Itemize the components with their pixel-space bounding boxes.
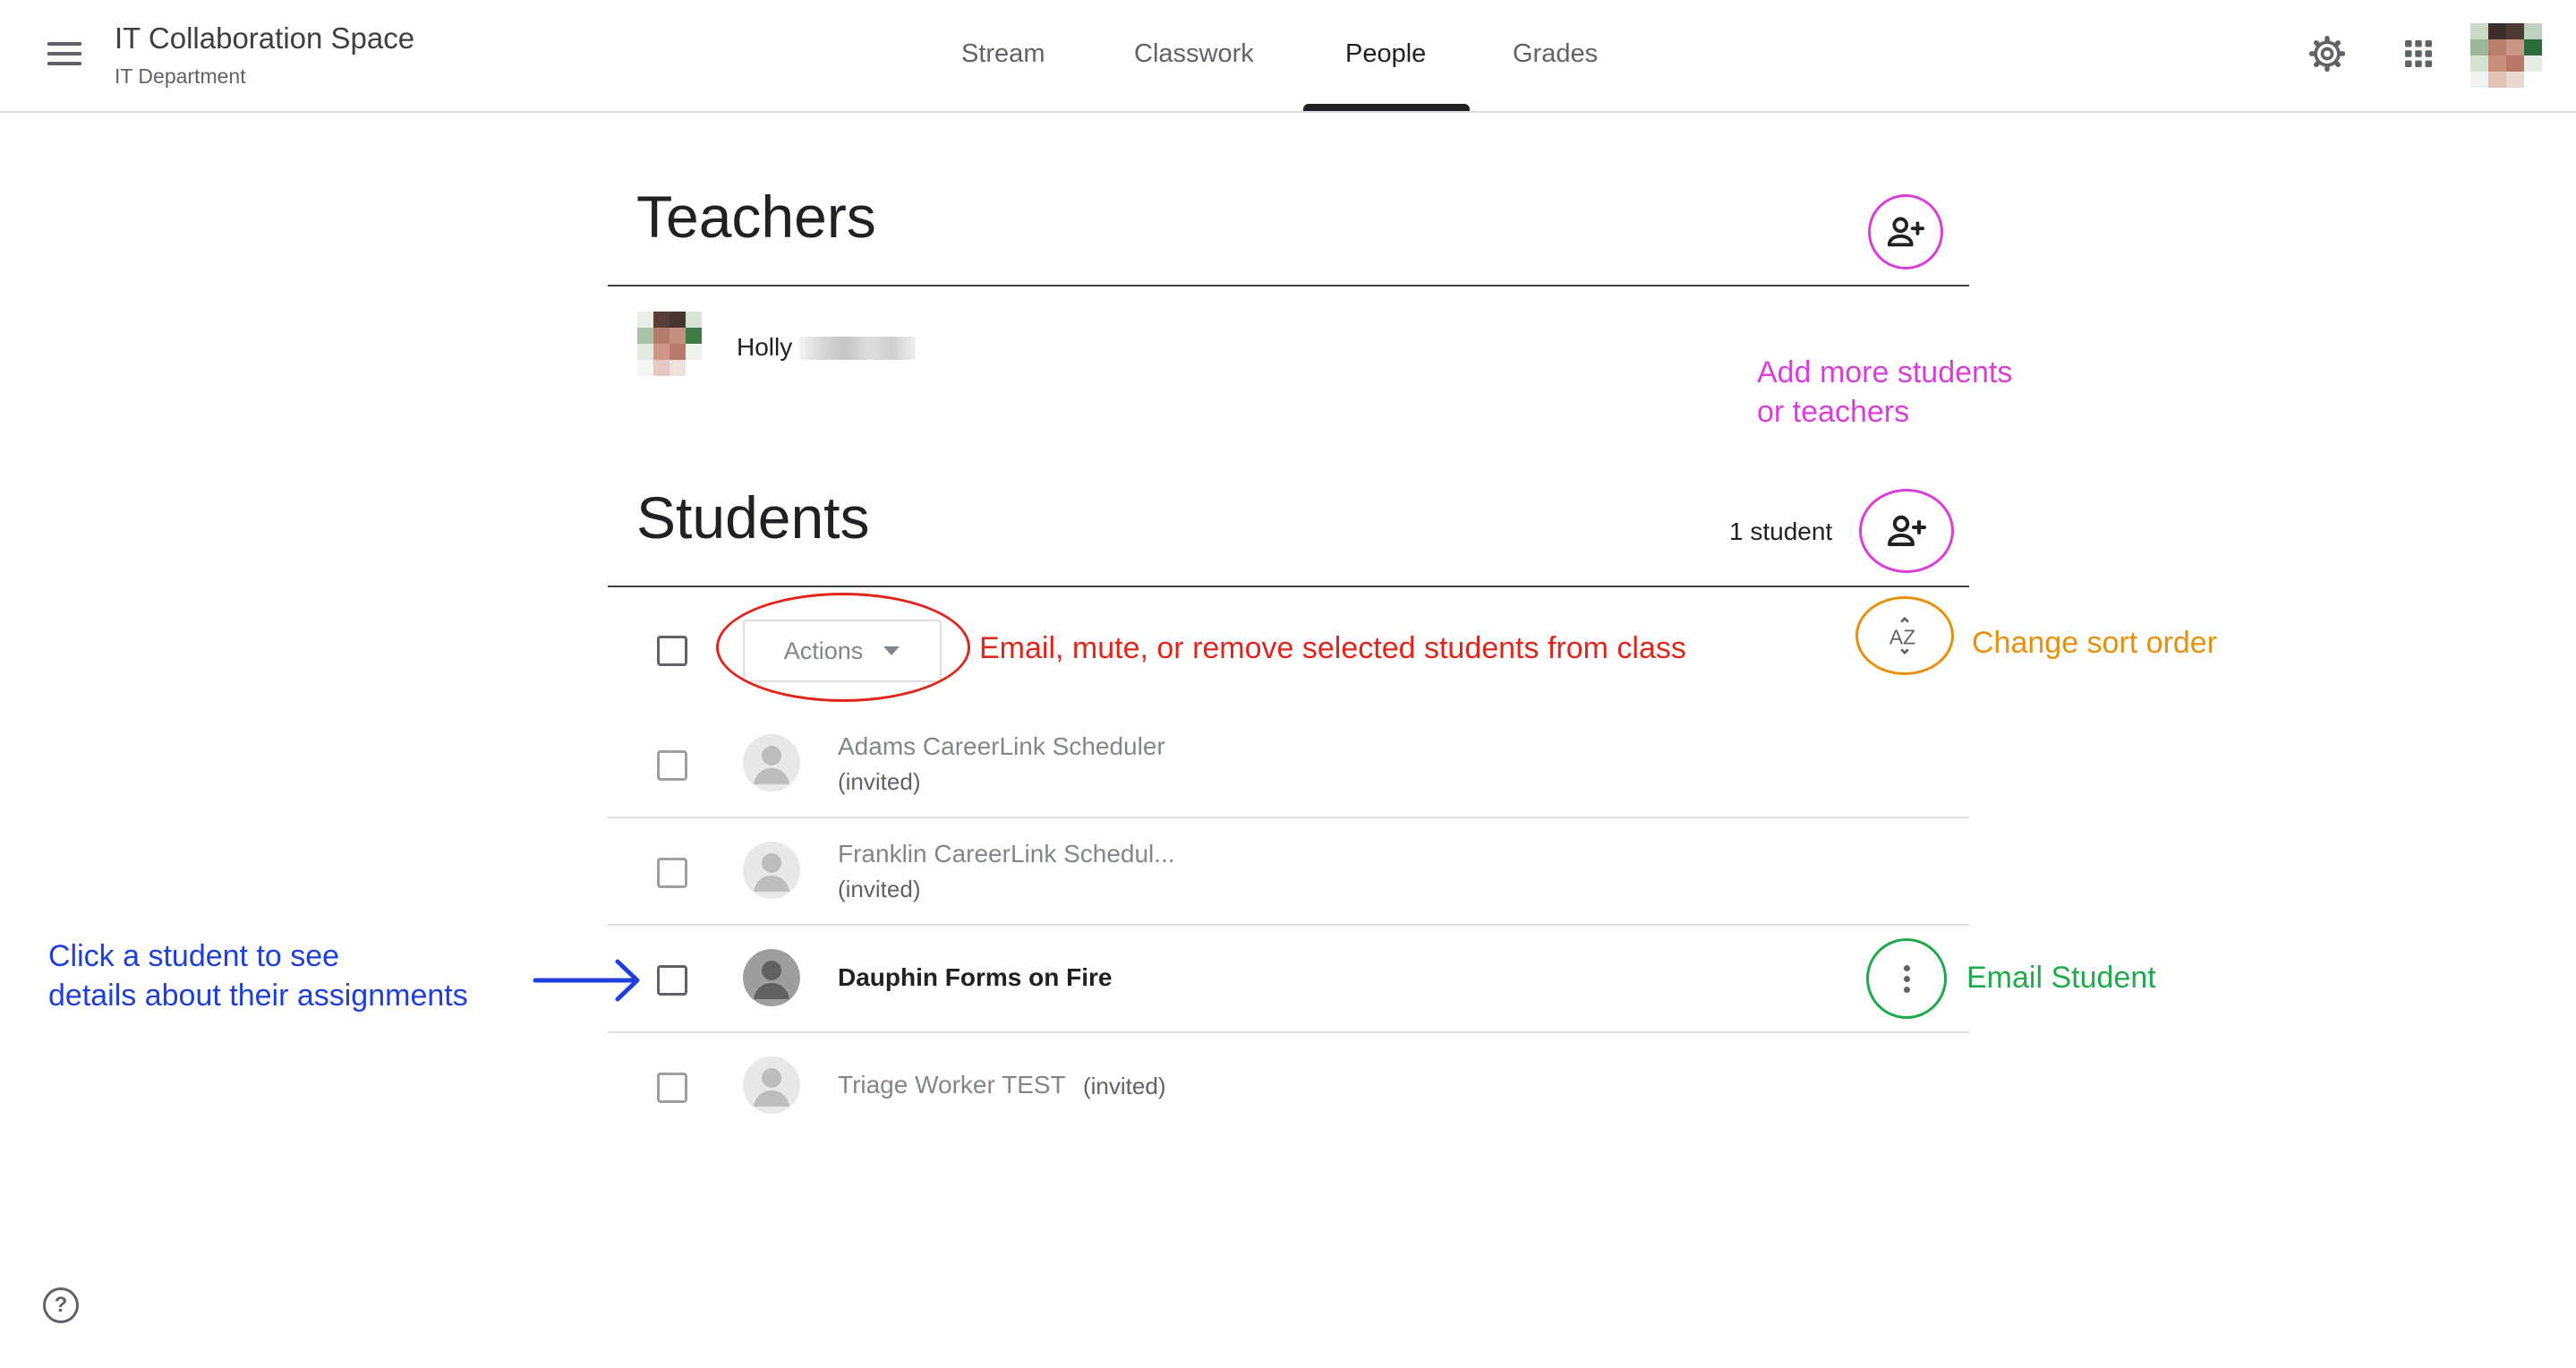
students-heading: Students [636, 484, 870, 551]
invite-students-button[interactable] [1859, 489, 1954, 573]
invite-teachers-button[interactable] [1868, 194, 1943, 269]
student-count: 1 student [1729, 517, 1833, 545]
tab-stream[interactable]: Stream [961, 39, 1045, 69]
apps-grid-icon [2405, 40, 2432, 67]
add-people-annotation-line1: Add more students [1757, 355, 2013, 389]
tab-people[interactable]: People [1345, 39, 1426, 69]
sort-order-button[interactable]: AZ [1855, 596, 1954, 675]
tab-classwork[interactable]: Classwork [1134, 39, 1254, 69]
student-name[interactable]: Franklin CareerLink Schedul... [838, 840, 1175, 868]
add-person-icon [1888, 515, 1926, 546]
student-checkbox[interactable] [657, 1073, 687, 1103]
main-menu-button[interactable] [27, 27, 102, 81]
student-status: (invited) [1083, 1073, 1166, 1099]
student-avatar [743, 949, 800, 1006]
row-divider [608, 924, 1969, 926]
select-all-checkbox[interactable] [657, 636, 687, 666]
class-title[interactable]: IT Collaboration Space [115, 21, 414, 56]
student-checkbox[interactable] [657, 858, 687, 888]
active-tab-indicator [1303, 104, 1470, 111]
student-name[interactable]: Dauphin Forms on Fire [838, 963, 1112, 992]
student-annotation-line1: Click a student to see [48, 939, 340, 973]
redacted-surname [799, 337, 916, 360]
teacher-avatar [637, 312, 702, 376]
student-annotation-line2: details about their assignments [48, 979, 468, 1013]
svg-text:AZ: AZ [1889, 626, 1915, 649]
row-divider [608, 817, 1969, 818]
google-apps-button[interactable] [2392, 27, 2445, 81]
student-avatar [743, 1056, 800, 1114]
teachers-divider [608, 285, 1969, 286]
more-vert-icon [1903, 964, 1910, 971]
help-icon[interactable]: ? [43, 1287, 79, 1323]
student-avatar [743, 734, 800, 791]
add-person-icon [1887, 217, 1925, 247]
student-status: (invited) [838, 876, 921, 902]
top-app-bar [0, 0, 2576, 113]
account-avatar[interactable] [2470, 23, 2542, 88]
person-placeholder-icon [754, 853, 789, 892]
actions-annotation: Email, mute, or remove selected students… [979, 631, 1686, 665]
student-checkbox[interactable] [657, 965, 687, 996]
teacher-name[interactable]: Holly [737, 333, 792, 362]
class-subtitle: IT Department [115, 64, 246, 88]
student-avatar [743, 842, 800, 899]
teacher-row[interactable] [637, 312, 702, 376]
add-people-annotation-line2: or teachers [1757, 395, 1910, 429]
student-name[interactable]: Triage Worker TEST [838, 1071, 1066, 1099]
student-name[interactable]: Adams CareerLink Scheduler [838, 732, 1165, 761]
row-divider [608, 1031, 1969, 1033]
sort-annotation: Change sort order [1972, 626, 2218, 660]
person-placeholder-icon [754, 746, 789, 784]
teachers-heading: Teachers [636, 184, 876, 250]
settings-button[interactable] [2300, 27, 2354, 81]
settings-gear-icon [2308, 35, 2346, 73]
sort-az-icon: AZ [1889, 616, 1915, 655]
student-checkbox[interactable] [657, 750, 687, 781]
student-status: (invited) [838, 768, 921, 795]
annotation-arrow-icon [533, 959, 640, 1002]
email-annotation: Email Student [1966, 961, 2156, 995]
person-placeholder-icon [754, 1068, 789, 1107]
student-more-options-button[interactable] [1866, 938, 1947, 1019]
menu-icon [47, 42, 81, 46]
students-divider [608, 586, 1969, 587]
tab-grades[interactable]: Grades [1513, 39, 1598, 69]
person-placeholder-icon [743, 949, 800, 1006]
actions-highlight-ellipse [716, 593, 970, 702]
